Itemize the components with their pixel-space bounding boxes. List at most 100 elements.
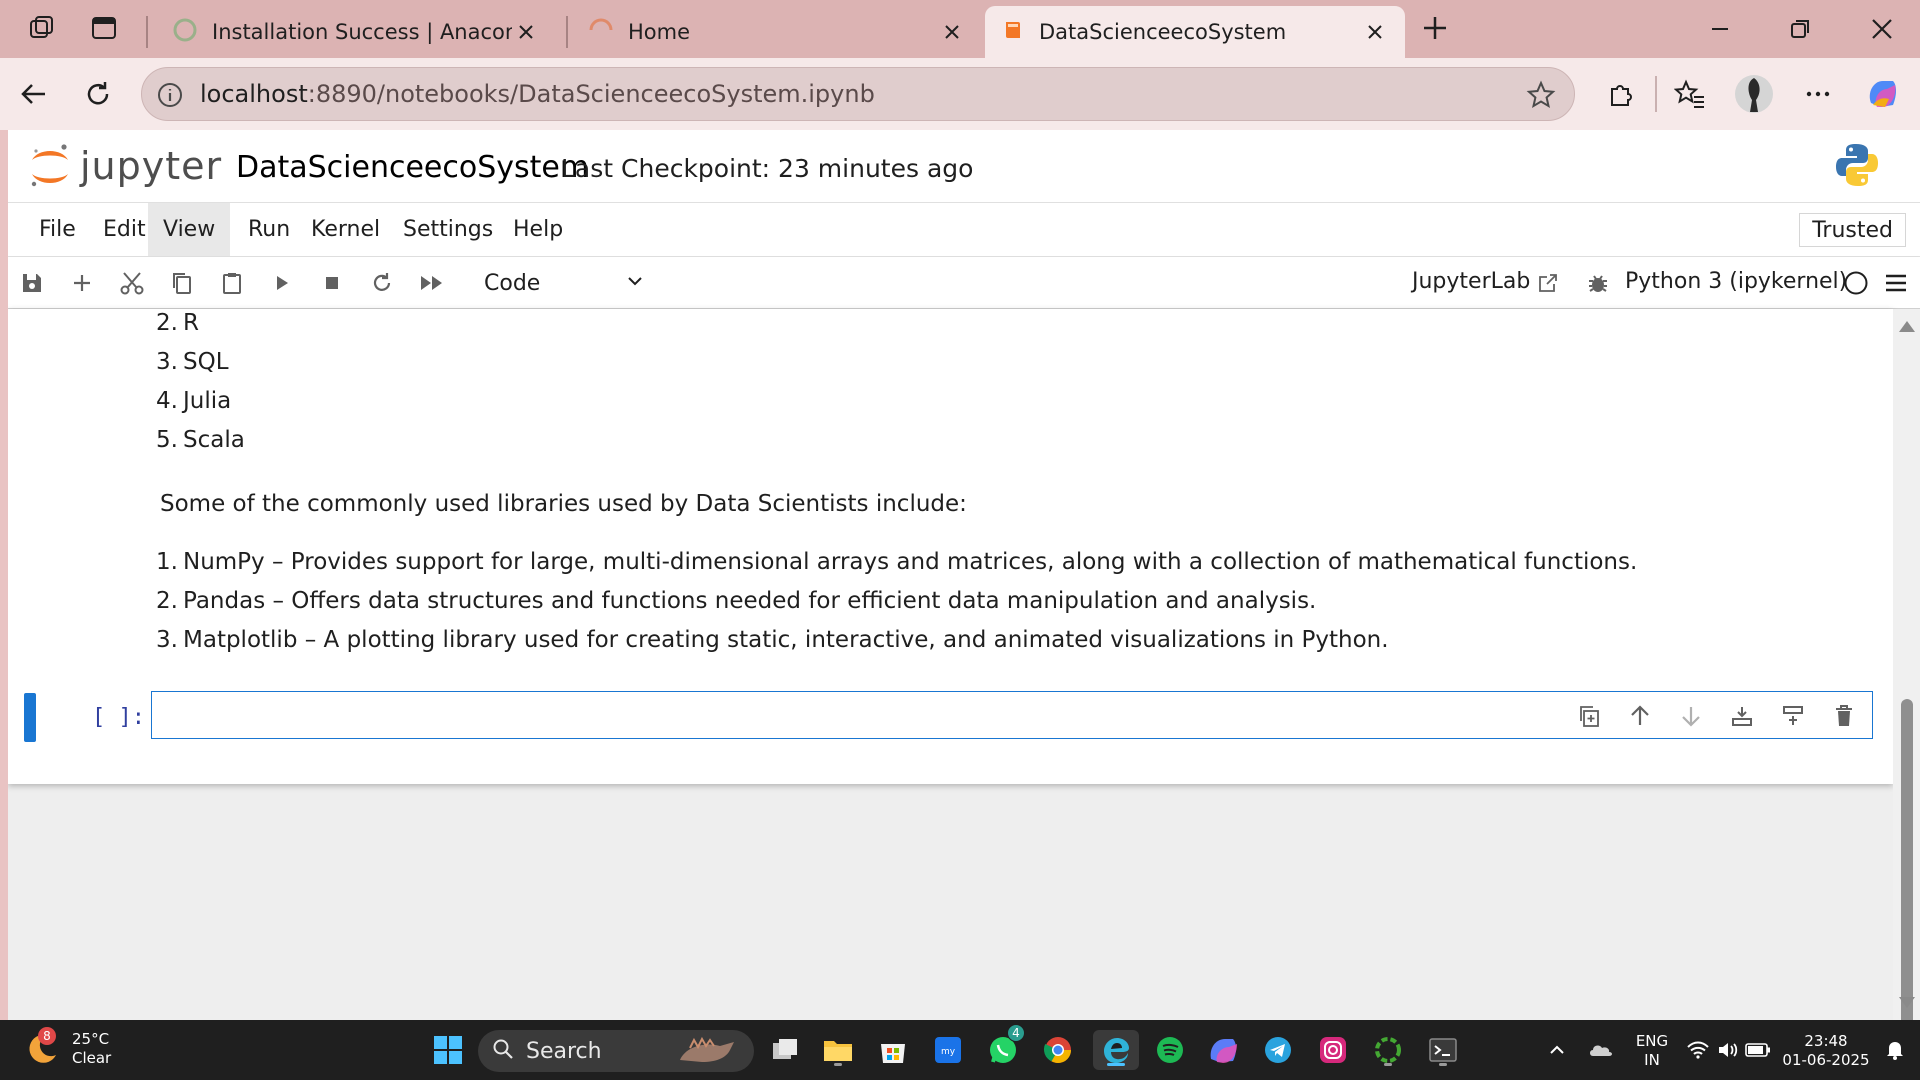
myapp-icon[interactable]: my	[928, 1030, 968, 1070]
stop-square-icon[interactable]	[314, 265, 350, 301]
anaconda-navigator-icon[interactable]	[1368, 1030, 1408, 1070]
menu-kernel[interactable]: Kernel	[296, 203, 395, 256]
delete-trash-icon[interactable]	[1826, 699, 1862, 733]
favorites-icon[interactable]	[1668, 72, 1712, 116]
close-icon[interactable]	[938, 18, 966, 46]
list-number: 2.	[156, 310, 178, 336]
back-arrow-icon[interactable]	[12, 72, 56, 116]
insert-above-icon[interactable]	[1775, 699, 1811, 733]
battery-icon[interactable]	[1743, 1030, 1773, 1070]
scroll-down-arrow-icon[interactable]	[1899, 997, 1915, 1008]
language-indicator[interactable]: ENG IN	[1634, 1032, 1670, 1070]
toolbar-divider	[1655, 76, 1657, 112]
telegram-icon[interactable]	[1258, 1030, 1298, 1070]
close-window-icon[interactable]	[1852, 8, 1912, 50]
jupyter-logo-text: jupyter	[80, 144, 223, 188]
chrome-icon[interactable]	[1038, 1030, 1078, 1070]
volume-icon[interactable]	[1713, 1030, 1743, 1070]
terminal-icon[interactable]	[1423, 1030, 1463, 1070]
minimize-icon[interactable]	[1690, 8, 1750, 50]
jupyter-header: jupyter DataScienceecoSystem Last Checkp…	[8, 130, 1920, 203]
tab-datascienceecosystem[interactable]: DataScienceecoSystem	[985, 6, 1405, 58]
microsoft-store-icon[interactable]	[873, 1030, 913, 1070]
list-text: R	[183, 310, 199, 336]
tab-anaconda[interactable]: Installation Success | Anaconda	[156, 6, 556, 58]
new-tab-plus-icon[interactable]	[1415, 10, 1455, 46]
run-play-icon[interactable]	[264, 265, 300, 301]
paste-clipboard-icon[interactable]	[214, 265, 250, 301]
spotify-icon[interactable]	[1150, 1030, 1190, 1070]
external-link-icon[interactable]	[1530, 265, 1566, 301]
list-item: 3. SQL	[152, 343, 245, 382]
list-text: NumPy – Provides support for large, mult…	[183, 549, 1638, 575]
debugger-bug-icon[interactable]	[1580, 265, 1616, 301]
cut-scissors-icon[interactable]	[114, 265, 150, 301]
profile-avatar[interactable]	[1732, 72, 1776, 116]
more-options-icon[interactable]	[1796, 72, 1840, 116]
move-up-arrow-icon[interactable]	[1622, 699, 1658, 733]
trusted-indicator[interactable]: Trusted	[1799, 213, 1906, 247]
scrollbar-thumb[interactable]	[1901, 699, 1913, 1020]
workspaces-icon[interactable]	[22, 10, 62, 46]
weather-widget[interactable]: 8 25°C Clear	[24, 1027, 111, 1068]
address-bar[interactable]: localhost:8890/notebooks/DataScienceecoS…	[141, 67, 1575, 121]
menu-file[interactable]: File	[24, 203, 91, 256]
menu-run[interactable]: Run	[233, 203, 305, 256]
restart-icon[interactable]	[364, 265, 400, 301]
cell-type-select[interactable]: Code	[484, 265, 644, 301]
list-number: 4.	[156, 388, 178, 414]
tab-actions-icon[interactable]	[84, 10, 124, 46]
edge-icon[interactable]	[1093, 1030, 1139, 1070]
notebook-book-icon	[1001, 18, 1025, 47]
close-icon[interactable]	[1361, 18, 1389, 46]
insert-below-icon[interactable]	[1724, 699, 1760, 733]
browser-tab-strip: Installation Success | Anaconda Home Dat…	[0, 0, 1920, 58]
code-cell-input[interactable]	[151, 691, 1873, 739]
onedrive-cloud-icon[interactable]	[1584, 1030, 1618, 1070]
notification-bell-icon[interactable]	[1880, 1030, 1910, 1070]
vertical-scrollbar[interactable]	[1893, 309, 1920, 1020]
language-code: ENG	[1635, 1032, 1669, 1050]
menu-bar: File Edit View Run Kernel Settings Help …	[8, 203, 1920, 257]
clock[interactable]: 23:48 01-06-2025	[1782, 1032, 1870, 1070]
windows-start-icon[interactable]	[428, 1030, 468, 1070]
task-view-icon[interactable]	[765, 1030, 805, 1070]
copilot-app-icon[interactable]	[1203, 1030, 1243, 1070]
list-item: 3. Matplotlib – A plotting library used f…	[152, 621, 1637, 660]
hamburger-menu-icon[interactable]	[1878, 265, 1914, 301]
file-explorer-icon[interactable]	[818, 1030, 858, 1070]
notebook-title[interactable]: DataScienceecoSystem	[236, 150, 589, 185]
jupyter-logo[interactable]: jupyter	[28, 142, 222, 190]
chevron-up-icon[interactable]	[1542, 1030, 1572, 1070]
reload-icon[interactable]	[76, 72, 120, 116]
tab-home[interactable]: Home	[572, 6, 982, 58]
copy-icon[interactable]	[164, 265, 200, 301]
menu-help[interactable]: Help	[498, 203, 578, 256]
tab-separator	[566, 16, 568, 48]
active-cell-indicator	[24, 693, 36, 742]
restore-icon[interactable]	[1770, 8, 1830, 50]
menu-view[interactable]: View	[148, 203, 231, 256]
move-down-arrow-icon[interactable]	[1673, 699, 1709, 733]
tab-title: Home	[628, 20, 691, 44]
whatsapp-icon[interactable]: 4	[983, 1024, 1025, 1070]
site-info-icon[interactable]	[156, 81, 184, 113]
menu-settings[interactable]: Settings	[388, 203, 508, 256]
instagram-icon[interactable]	[1313, 1030, 1353, 1070]
insert-cell-plus-icon[interactable]	[64, 265, 100, 301]
copilot-icon[interactable]	[1860, 72, 1904, 116]
kernel-name[interactable]: Python 3 (ipykernel)	[1625, 269, 1847, 294]
cell-prompt: [ ]:	[92, 705, 145, 730]
fast-forward-icon[interactable]	[414, 265, 450, 301]
duplicate-cell-icon[interactable]	[1571, 699, 1607, 733]
scroll-up-arrow-icon[interactable]	[1899, 321, 1915, 332]
save-icon[interactable]	[14, 265, 50, 301]
taskbar-search[interactable]: Search	[478, 1030, 754, 1072]
extensions-icon[interactable]	[1598, 72, 1642, 116]
jupyterlab-link[interactable]: JupyterLab	[1412, 269, 1530, 294]
list-number: 2.	[156, 588, 178, 614]
region-code: IN	[1644, 1051, 1660, 1069]
wifi-icon[interactable]	[1683, 1030, 1713, 1070]
close-icon[interactable]	[512, 18, 540, 46]
favorite-star-icon[interactable]	[1526, 80, 1556, 114]
